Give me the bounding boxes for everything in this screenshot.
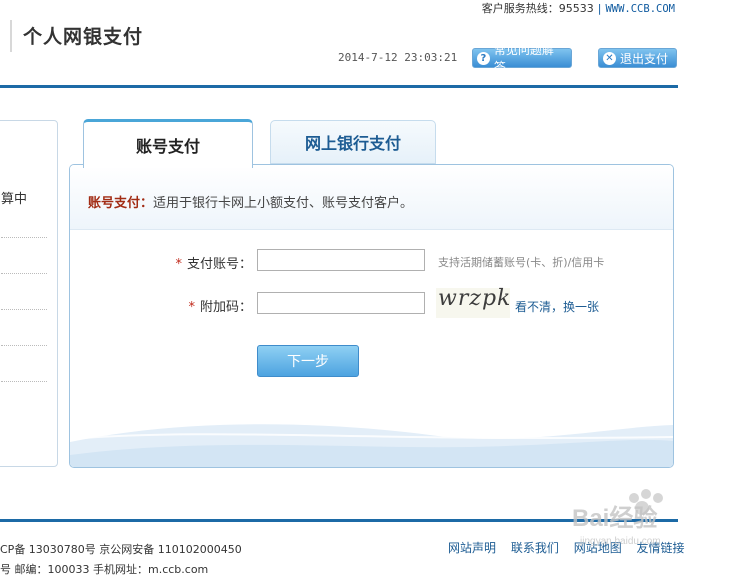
account-row: * 支付账号： 支持活期储蓄账号(卡、折)/信用卡 <box>70 249 673 273</box>
hotline: 客户服务热线：95533 | WWW.CCB.COM <box>482 0 675 16</box>
current-datetime: 2014-7-12 23:03:21 <box>338 51 458 64</box>
ccb-home-link[interactable]: WWW.CCB.COM <box>605 3 675 15</box>
hotline-separator: | <box>597 2 602 15</box>
verification-code-input[interactable] <box>257 292 425 314</box>
page-title: 个人网银支付 <box>23 26 144 48</box>
account-label-text: 支付账号： <box>186 257 252 272</box>
required-mark: * <box>188 300 195 315</box>
refresh-captcha-link[interactable]: 看不清，换一张 <box>515 298 599 315</box>
captcha-text: wrzpk <box>438 286 512 311</box>
left-sidebar-panel: 算中 <box>0 120 58 467</box>
code-label: * 附加码： <box>140 296 252 315</box>
faq-button-label: 常见问题解答 <box>493 43 554 74</box>
question-icon: ? <box>477 51 490 65</box>
close-circle-icon: ✕ <box>603 51 616 65</box>
required-mark: * <box>175 257 182 272</box>
tab-account-pay[interactable]: 账号支付 <box>83 119 253 168</box>
description-text: 适用于银行卡网上小额支付、账号支付客户。 <box>153 196 414 211</box>
next-step-label: 下一步 <box>287 354 329 370</box>
watermark-text: Bai经验 <box>572 504 657 532</box>
captcha-image[interactable]: wrzpk <box>436 286 512 318</box>
tab-account-pay-label: 账号支付 <box>135 137 200 156</box>
watermark-sub: jingyan.baidu.com <box>579 536 661 547</box>
decorative-wave <box>70 424 673 467</box>
sidebar-divider <box>1 381 47 382</box>
sidebar-divider <box>1 309 47 310</box>
sidebar-divider <box>1 237 47 238</box>
tab-online-banking-label: 网上银行支付 <box>304 134 401 153</box>
sidebar-divider <box>1 345 47 346</box>
hotline-label: 客户服务热线：95533 <box>481 2 594 15</box>
account-hint: 支持活期储蓄账号(卡、折)/信用卡 <box>438 256 605 269</box>
logout-button[interactable]: ✕ 退出支付 <box>598 48 677 68</box>
payment-form-panel: 账号支付：适用于银行卡网上小额支付、账号支付客户。 * 支付账号： 支持活期储蓄账… <box>69 164 674 468</box>
logout-button-label: 退出支付 <box>620 51 669 66</box>
title-divider <box>10 20 12 52</box>
panel-header: 账号支付：适用于银行卡网上小额支付、账号支付客户。 <box>70 165 673 230</box>
account-label: * 支付账号： <box>140 253 252 272</box>
footer-link-statement[interactable]: 网站声明 <box>448 541 496 555</box>
tab-online-banking-pay[interactable]: 网上银行支付 <box>270 120 436 164</box>
faq-button[interactable]: ? 常见问题解答 <box>472 43 572 74</box>
baidu-jingyan-watermark: Bai经验 jingyan.baidu.com <box>572 489 663 547</box>
payment-description: 账号支付：适用于银行卡网上小额支付、账号支付客户。 <box>88 192 413 211</box>
code-label-text: 附加码： <box>199 300 252 315</box>
next-step-button[interactable]: 下一步 <box>257 345 359 377</box>
footer-contact: 号 邮编：100033 手机网址：m.ccb.com <box>0 563 209 576</box>
header-rule <box>0 85 678 88</box>
sidebar-divider <box>1 273 47 274</box>
sidebar-partial-text: 算中 <box>1 192 28 207</box>
account-input[interactable] <box>257 249 425 271</box>
code-row: * 附加码： wrzpk 看不清，换一张 <box>70 286 673 318</box>
footer-link-contact[interactable]: 联系我们 <box>511 541 559 555</box>
description-highlight: 账号支付： <box>88 196 154 211</box>
footer-icp: CP备 13030780号 京公网安备 110102000450 <box>0 543 242 556</box>
